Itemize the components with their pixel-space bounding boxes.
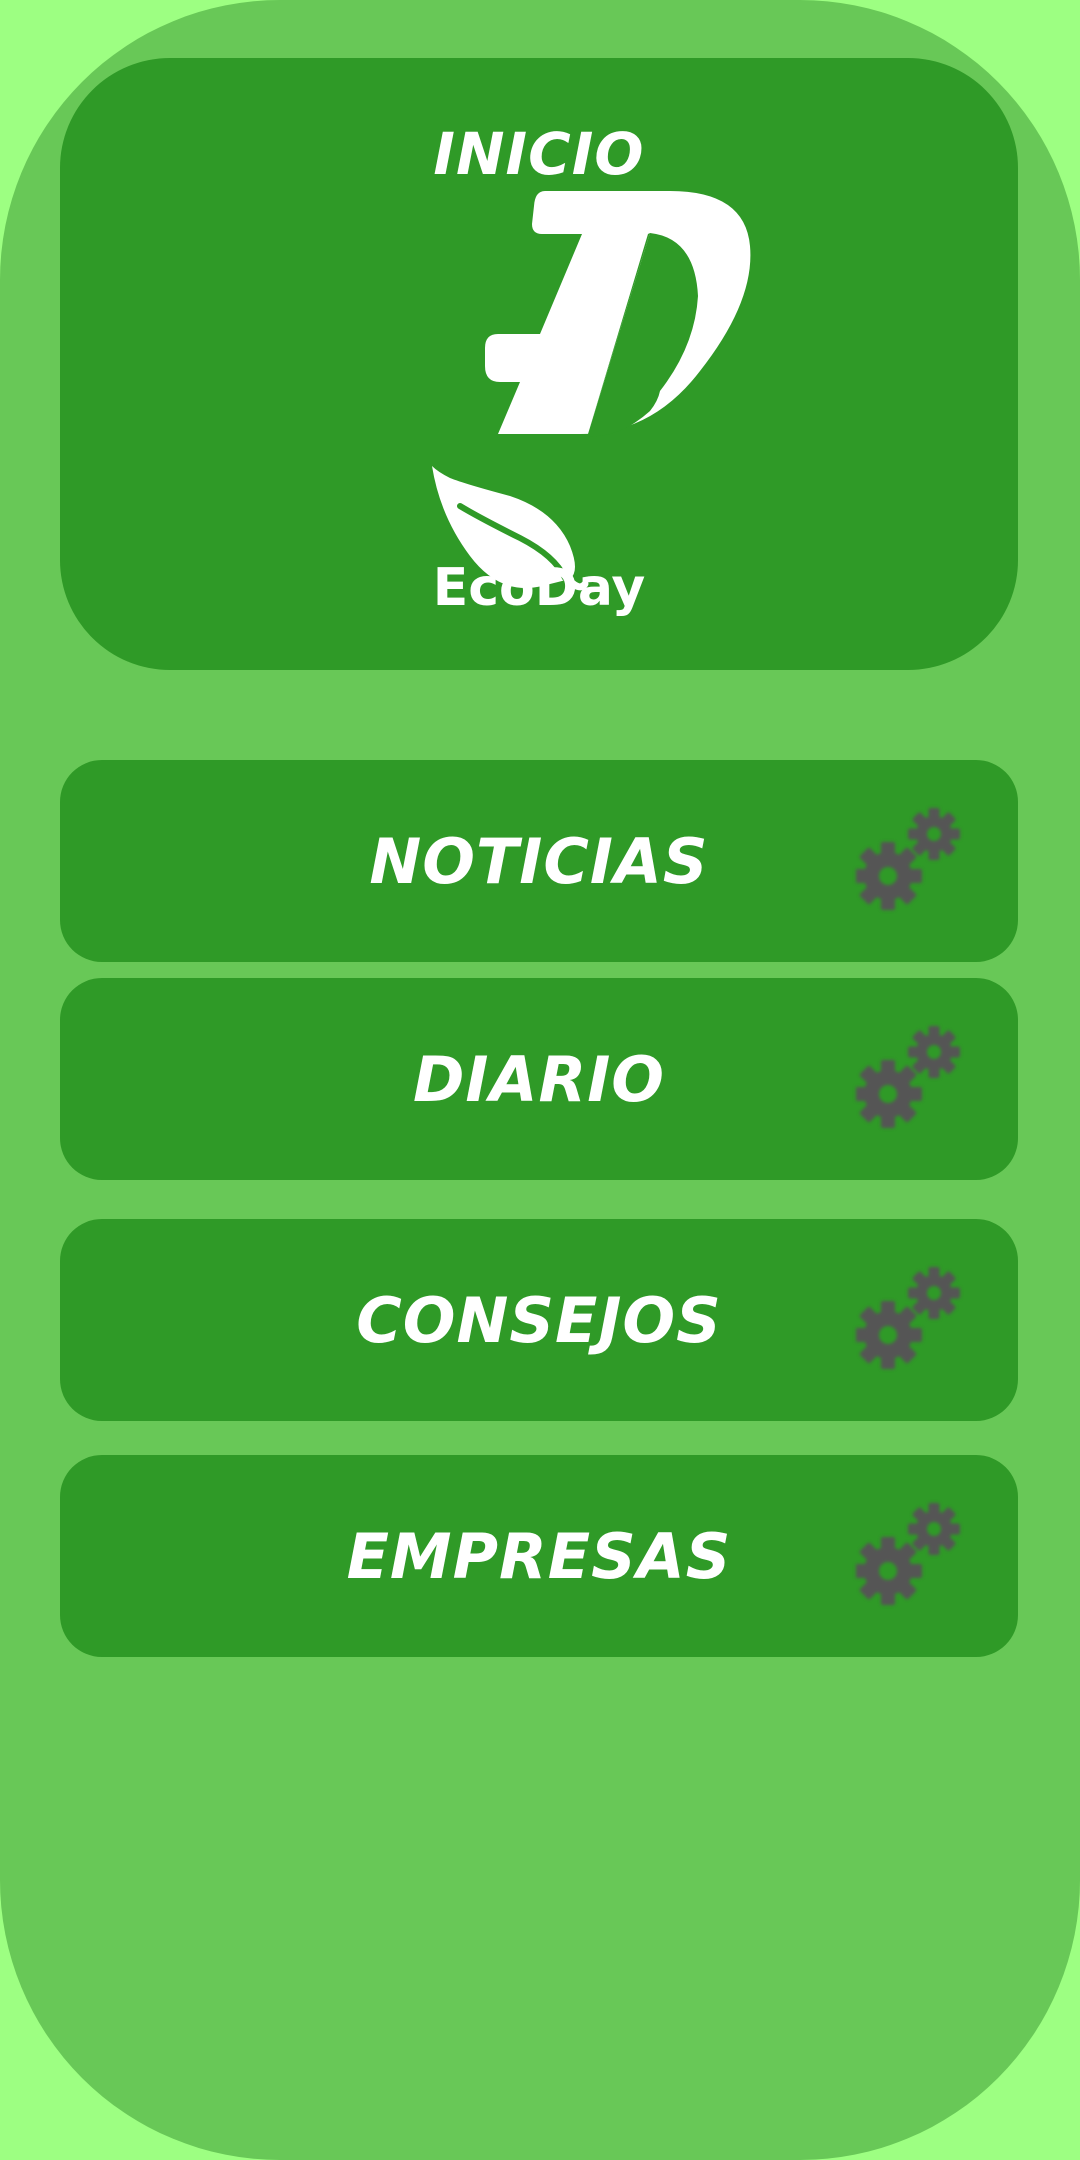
gears-icon <box>856 1267 960 1369</box>
gears-icon <box>856 1503 960 1605</box>
menu-button-empresas[interactable]: EMPRESAS <box>60 1455 1018 1657</box>
app-frame: INICIO EcoDay NOTICIAS DIARIO CONSEJOS E… <box>0 0 1080 2160</box>
menu-button-diario[interactable]: DIARIO <box>60 978 1018 1180</box>
ecoday-logo-icon <box>432 191 751 591</box>
home-card[interactable]: INICIO EcoDay <box>60 58 1018 670</box>
menu-button-consejos[interactable]: CONSEJOS <box>60 1219 1018 1421</box>
menu-button-noticias[interactable]: NOTICIAS <box>60 760 1018 962</box>
gears-icon <box>856 1026 960 1128</box>
logo-wordmark: EcoDay <box>432 558 646 618</box>
gears-icon <box>856 808 960 910</box>
